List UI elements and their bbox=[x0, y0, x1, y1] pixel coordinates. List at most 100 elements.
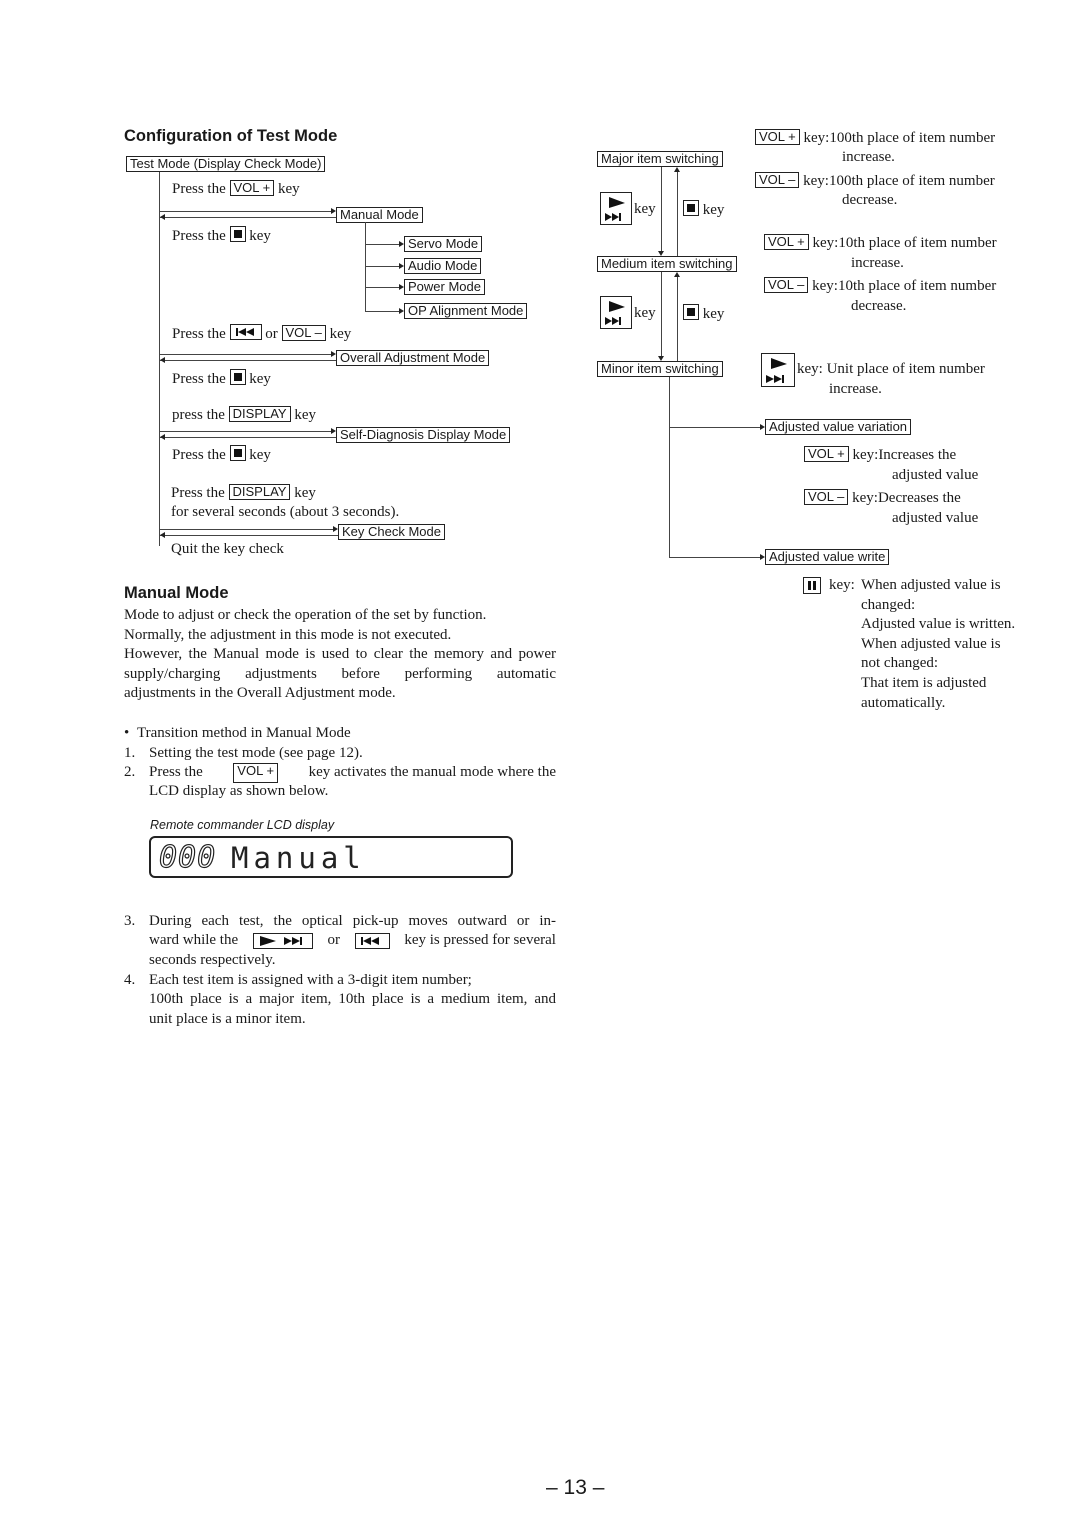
key-label: key: bbox=[803, 173, 829, 189]
key-label: key bbox=[702, 202, 725, 218]
display-key: DISPLAY bbox=[228, 484, 291, 500]
play-next-key-icon bbox=[252, 932, 313, 949]
list-text: During each test, the optical pick-up mo… bbox=[149, 913, 556, 929]
display-key: DISPLAY bbox=[228, 406, 291, 422]
stop-key-icon bbox=[683, 304, 699, 320]
step-text: key bbox=[249, 228, 271, 244]
arrow-down-icon bbox=[658, 251, 664, 256]
list-text: unit place is a minor item. bbox=[149, 1011, 306, 1027]
desc-text: 100th place of item number bbox=[828, 173, 995, 189]
vol-plus-key: VOL + bbox=[755, 129, 800, 145]
desc-text: When adjusted value is bbox=[861, 635, 1001, 652]
key-label: key bbox=[634, 201, 656, 217]
lcd-display: 000 Manual bbox=[149, 836, 513, 878]
paragraph-line: Mode to adjust or check the operation of… bbox=[124, 607, 487, 623]
prev-key-icon bbox=[354, 932, 390, 949]
down-line bbox=[661, 272, 662, 358]
play-next-key-icon bbox=[600, 296, 632, 329]
list-number: 1. bbox=[124, 745, 136, 761]
arrow-line bbox=[160, 211, 332, 212]
stop-key-icon bbox=[683, 200, 699, 216]
stop-key-label: key bbox=[683, 200, 724, 220]
key-label: key: bbox=[852, 447, 879, 463]
arrow-left-icon bbox=[160, 532, 165, 538]
lcd-caption: Remote commander LCD display bbox=[150, 818, 335, 832]
step-text: Press the bbox=[172, 371, 226, 387]
minor-item-switching-box: Minor item switching bbox=[597, 361, 723, 377]
step-vol-plus: Press the VOL + key bbox=[172, 180, 300, 199]
step-stop: Press the key bbox=[172, 226, 271, 246]
arrow-line bbox=[160, 535, 338, 536]
key-label: key bbox=[634, 305, 656, 321]
up-line bbox=[677, 277, 678, 361]
list-text: 100th place is a major item, 10th place … bbox=[149, 991, 556, 1007]
list-text: Setting the test mode (see page 12). bbox=[149, 745, 363, 761]
servo-mode-box: Servo Mode bbox=[404, 236, 483, 252]
desc-text: automatically. bbox=[861, 694, 946, 711]
manual-mode-heading: Manual Mode bbox=[124, 584, 229, 602]
pause-key-icon bbox=[803, 577, 821, 594]
step-text: key bbox=[294, 407, 317, 423]
list-text: LCD display as shown below. bbox=[149, 783, 329, 799]
step-text: key bbox=[277, 181, 300, 197]
step-text: key bbox=[249, 371, 271, 387]
quit-key-check-text: Quit the key check bbox=[171, 541, 284, 557]
arrow-line bbox=[669, 427, 761, 428]
arrow-down-icon bbox=[658, 356, 664, 361]
list-text: ward while the or key is pressed for sev… bbox=[149, 931, 556, 951]
paragraph-line: supply/charging adjustments before perfo… bbox=[124, 665, 556, 682]
major-item-switching-box: Major item switching bbox=[597, 151, 723, 167]
test-mode-box: Test Mode (Display Check Mode) bbox=[126, 156, 326, 172]
play-next-key-icon bbox=[761, 353, 795, 387]
paragraph-line: Normally, the adjustment in this mode is… bbox=[124, 626, 452, 643]
adjusted-value-variation-box: Adjusted value variation bbox=[765, 419, 912, 435]
step-prev-or-vol-minus: Press the or VOL – key bbox=[172, 324, 351, 344]
sub-branch-line bbox=[365, 222, 366, 312]
arrow-left-icon bbox=[160, 357, 165, 363]
vol-plus-key: VOL + bbox=[804, 446, 849, 462]
key-label: key: bbox=[812, 278, 838, 294]
desc-text: When adjusted value is bbox=[861, 577, 1001, 593]
vol-minus-key: VOL – bbox=[764, 277, 809, 293]
vol-plus-key: VOL + bbox=[229, 180, 275, 196]
desc-text: adjusted value bbox=[892, 467, 979, 483]
adjusted-value-write-box: Adjusted value write bbox=[765, 549, 890, 565]
step-text: Press the bbox=[171, 485, 225, 501]
list-number: 3. bbox=[124, 913, 136, 929]
lcd-item-number: 000 bbox=[158, 839, 217, 875]
arrow-line bbox=[160, 360, 336, 361]
step-text: key bbox=[249, 447, 271, 463]
vol-desc: VOL – key:Decreases the bbox=[804, 489, 961, 508]
desc-text: decrease. bbox=[842, 192, 898, 208]
manual-mode-box: Manual Mode bbox=[336, 207, 423, 223]
power-mode-box: Power Mode bbox=[404, 279, 485, 295]
desc-text: 100th place of item number bbox=[829, 130, 996, 146]
stop-key-icon bbox=[229, 226, 246, 242]
step-stop: Press the key bbox=[172, 369, 271, 389]
step-stop: Press the key bbox=[172, 445, 271, 465]
arrow-line bbox=[160, 431, 332, 432]
self-diagnosis-mode-box: Self-Diagnosis Display Mode bbox=[336, 427, 511, 443]
arrow-line bbox=[160, 437, 336, 438]
vol-minus-key: VOL – bbox=[755, 172, 800, 188]
branch-line bbox=[669, 377, 670, 557]
arrow-left-icon bbox=[160, 434, 165, 440]
arrow-line bbox=[365, 266, 402, 267]
play-next-key-icon bbox=[600, 192, 632, 225]
list-text-part: or bbox=[327, 932, 340, 948]
bullet-text: Transition method in Manual Mode bbox=[137, 725, 351, 741]
vol-plus-key: VOL + bbox=[764, 234, 809, 250]
stop-key-icon bbox=[229, 445, 246, 461]
op-alignment-mode-box: OP Alignment Mode bbox=[404, 303, 528, 319]
step-text: Press the bbox=[172, 447, 226, 463]
unit-desc: key: Unit place of item number bbox=[797, 360, 985, 379]
stop-key-label: key bbox=[683, 304, 724, 324]
arrow-up-icon bbox=[674, 272, 680, 277]
step-display-long: Press the DISPLAY key bbox=[171, 484, 316, 503]
bullet-icon: • bbox=[124, 725, 130, 741]
list-text: Press the VOL + key activates the manual… bbox=[149, 763, 556, 783]
paragraph-line: adjustments in the Overall Adjustment mo… bbox=[124, 685, 396, 702]
manual-mode-description: Mode to adjust or check the operation of… bbox=[124, 606, 556, 704]
key-label: key bbox=[702, 306, 725, 322]
desc-text: 10th place of item number bbox=[837, 278, 997, 294]
